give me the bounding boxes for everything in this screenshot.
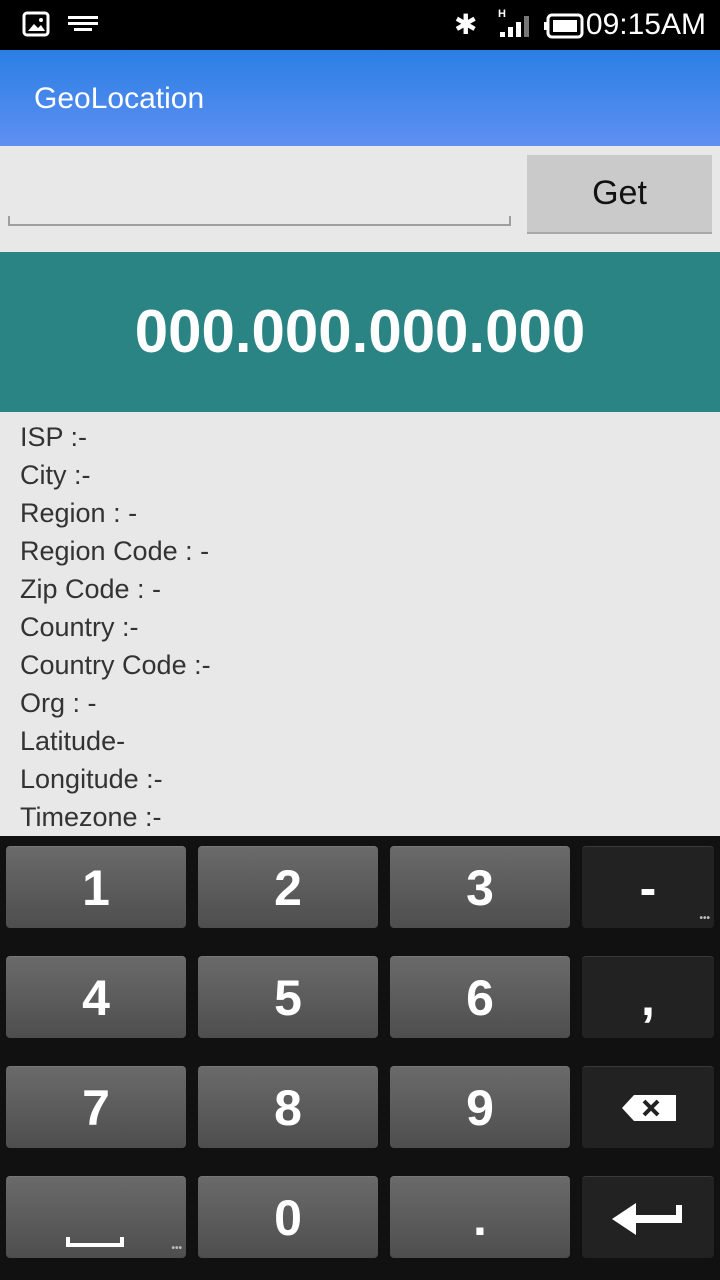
- ip-input[interactable]: [8, 170, 511, 224]
- backspace-icon: [622, 1095, 676, 1121]
- image-icon: [22, 11, 50, 37]
- signal-icon: [500, 16, 529, 37]
- key-8[interactable]: 8: [198, 1066, 378, 1148]
- info-timezone: Timezone :-: [20, 802, 162, 832]
- enter-icon: [612, 1203, 682, 1235]
- key-0[interactable]: 0: [198, 1176, 378, 1258]
- info-list: ISP :- City :- Region : - Region Code : …: [20, 418, 211, 836]
- key-period[interactable]: .: [390, 1176, 570, 1258]
- ip-input-field[interactable]: [8, 170, 511, 226]
- key-9[interactable]: 9: [390, 1066, 570, 1148]
- app-title: GeoLocation: [34, 82, 205, 115]
- info-latitude: Latitude-: [20, 726, 126, 756]
- key-backspace[interactable]: [582, 1066, 714, 1148]
- key-minus[interactable]: - •••: [582, 846, 714, 928]
- key-6[interactable]: 6: [390, 956, 570, 1038]
- key-5[interactable]: 5: [198, 956, 378, 1038]
- info-region-code: Region Code : -: [20, 536, 210, 566]
- status-bar: ✱ H 09:15AM: [0, 0, 720, 50]
- key-1[interactable]: 1: [6, 846, 186, 928]
- more-icon: •••: [171, 1243, 182, 1254]
- info-longitude: Longitude :-: [20, 764, 163, 794]
- key-4[interactable]: 4: [6, 956, 186, 1038]
- key-7[interactable]: 7: [6, 1066, 186, 1148]
- more-icon: •••: [699, 913, 710, 924]
- key-minus-label: -: [639, 860, 657, 916]
- space-icon: [66, 1237, 124, 1247]
- info-city: City :-: [20, 460, 91, 490]
- get-button[interactable]: Get: [527, 155, 712, 234]
- key-space[interactable]: •••: [6, 1176, 186, 1258]
- numeric-keyboard: 1 2 3 - ••• 4 5 6 , 7 8 9 ••• 0 .: [0, 836, 720, 1280]
- battery-icon: [544, 13, 584, 39]
- info-region: Region : -: [20, 498, 138, 528]
- info-country-code: Country Code :-: [20, 650, 211, 680]
- key-3[interactable]: 3: [390, 846, 570, 928]
- key-2[interactable]: 2: [198, 846, 378, 928]
- info-org: Org : -: [20, 688, 97, 718]
- info-country: Country :-: [20, 612, 139, 642]
- key-comma[interactable]: ,: [582, 956, 714, 1038]
- keyboard-icon: [68, 16, 98, 31]
- key-enter[interactable]: [582, 1176, 714, 1258]
- info-zip-code: Zip Code : -: [20, 574, 162, 604]
- info-isp: ISP :-: [20, 422, 88, 452]
- app-bar: GeoLocation: [0, 50, 720, 146]
- clock: 09:15AM: [585, 8, 706, 41]
- bluetooth-icon: ✱: [454, 9, 478, 40]
- ip-address-display: 000.000.000.000: [0, 252, 720, 412]
